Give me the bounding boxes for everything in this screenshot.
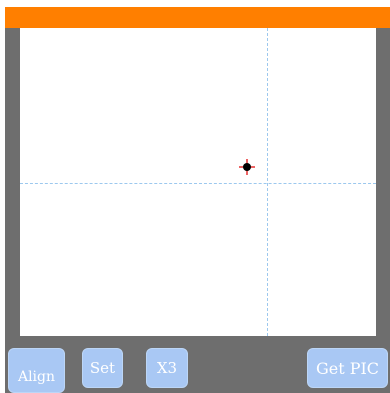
- crosshair-horizontal-line: [20, 183, 376, 184]
- target-marker-icon[interactable]: [239, 159, 255, 175]
- align-button[interactable]: Align: [8, 348, 65, 393]
- set-button[interactable]: Set: [82, 348, 123, 388]
- app-root: Align Set X3 Get PIC: [0, 0, 390, 393]
- crosshair-vertical-line: [267, 28, 268, 336]
- camera-preview[interactable]: [20, 28, 376, 336]
- get-pic-button[interactable]: Get PIC: [307, 348, 388, 388]
- x3-button[interactable]: X3: [146, 348, 188, 388]
- top-bar: [5, 7, 390, 28]
